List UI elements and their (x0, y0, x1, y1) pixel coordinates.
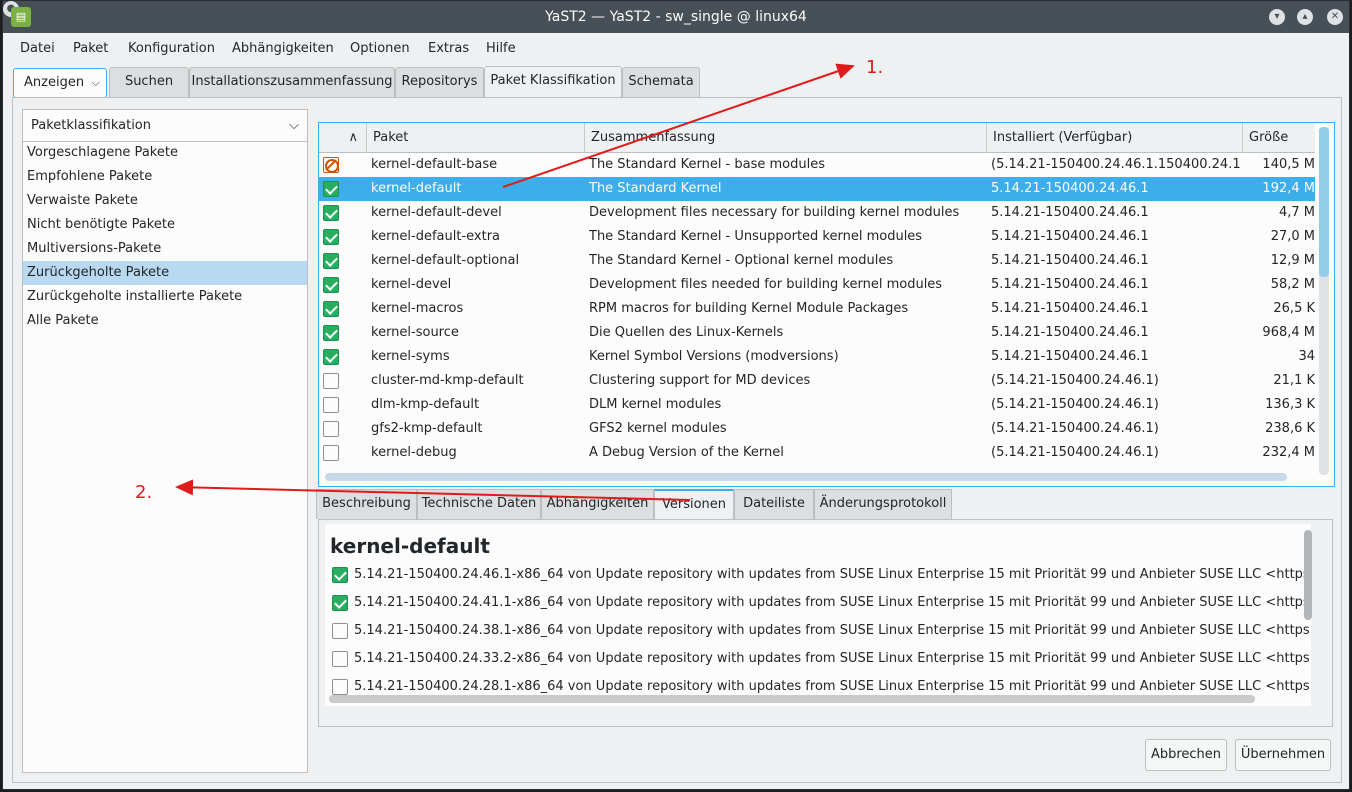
annotation-arrows (175, 63, 855, 501)
annotation-arrow-1 (502, 63, 855, 188)
annotation-arrow-2 (175, 479, 691, 501)
